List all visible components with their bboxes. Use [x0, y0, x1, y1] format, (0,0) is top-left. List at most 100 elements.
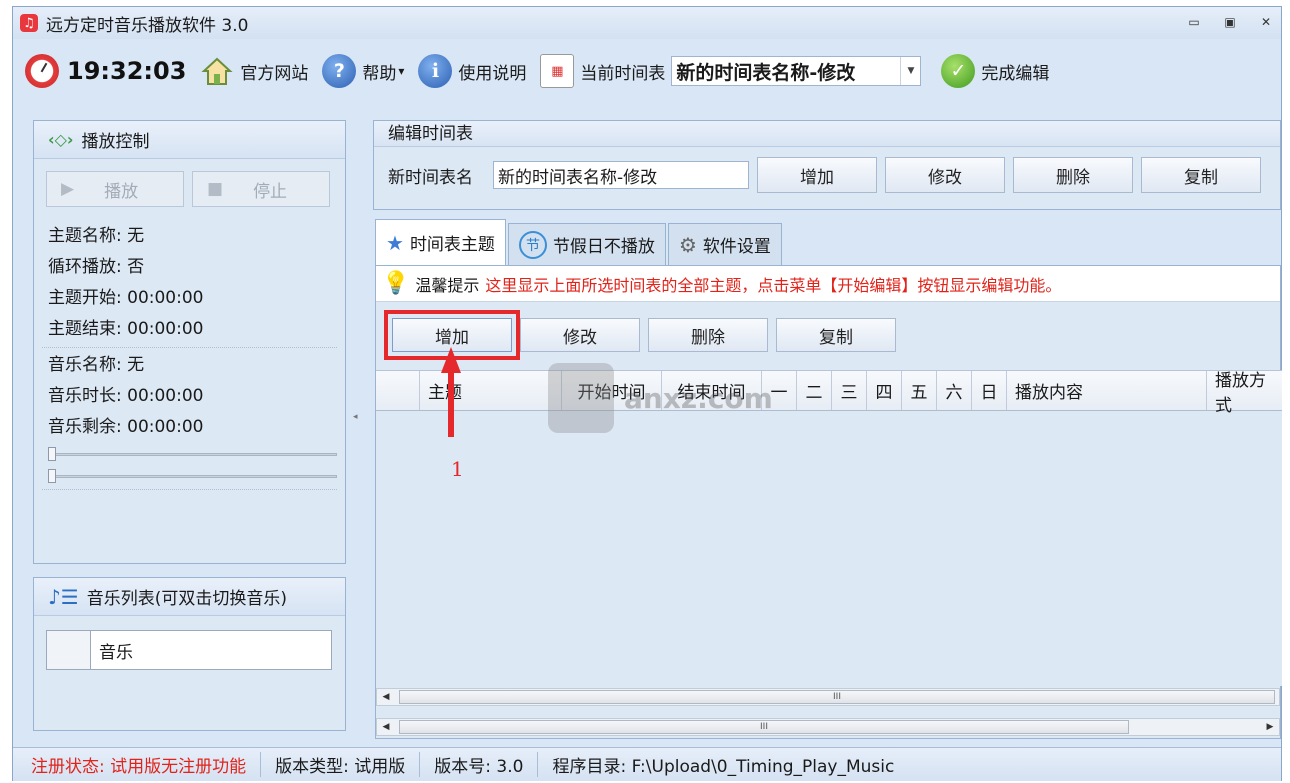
music-list-title: 音乐列表(可双击切换音乐) — [86, 589, 287, 609]
tab-schedule-themes[interactable]: ★ 时间表主题 — [375, 219, 506, 265]
column-play-content[interactable]: 播放内容 — [1007, 371, 1207, 410]
annotation-arrow — [441, 347, 461, 437]
schedule-delete-button[interactable]: 删除 — [1013, 157, 1133, 193]
home-icon — [200, 54, 234, 88]
website-button[interactable]: 官方网站 — [200, 51, 308, 91]
column-end-time[interactable]: 结束时间 — [662, 371, 762, 410]
annotation-number: 1 — [451, 457, 464, 481]
minimize-button[interactable]: ▭ — [1185, 13, 1203, 31]
scroll-left-icon[interactable]: ◀ — [377, 722, 395, 732]
title-bar: ♫ 远方定时音乐播放软件 3.0 ▭ ▣ ✕ — [13, 7, 1281, 39]
divider — [42, 489, 337, 490]
music-list-grid[interactable]: 音乐 — [46, 630, 332, 670]
manual-button[interactable]: i 使用说明 — [418, 51, 526, 91]
tip-label: 温馨提示 — [415, 275, 480, 295]
schedule-select[interactable]: 新的时间表名称-修改 ▼ — [671, 56, 922, 86]
gear-icon: ⚙ — [678, 232, 697, 257]
window-title: 远方定时音乐播放软件 3.0 — [46, 15, 249, 36]
play-control-panel: ‹◇› 播放控制 ▶ 播放 ■ 停止 主题名称: 无 循环播放: 否 主题开始:… — [33, 120, 346, 564]
finish-edit-button[interactable]: ✓ 完成编辑 — [941, 51, 1049, 91]
clock-icon — [25, 54, 59, 88]
theme-buttons: 增加 修改 删除 复制 — [376, 310, 1280, 360]
tip-message: 这里显示上面所选时间表的全部主题，点击菜单【开始编辑】按钮显示编辑功能。 — [485, 275, 1062, 295]
column-thu[interactable]: 四 — [867, 371, 902, 410]
play-label: 播放 — [104, 181, 139, 202]
music-list-header: ♪☰ 音乐列表(可双击切换音乐) — [34, 578, 345, 616]
tab-settings[interactable]: ⚙ 软件设置 — [667, 223, 782, 265]
schedule-select-value: 新的时间表名称-修改 — [676, 61, 856, 84]
column-mon[interactable]: 一 — [762, 371, 797, 410]
play-icon: ▶ — [61, 179, 75, 199]
theme-start: 主题开始: 00:00:00 — [48, 288, 204, 308]
status-registration: 注册状态: 试用版无注册功能 — [31, 752, 262, 777]
tab-holidays[interactable]: 节 节假日不播放 — [507, 223, 666, 265]
loop-status: 循环播放: 否 — [48, 257, 145, 277]
status-program-dir: 程序目录: F:\Upload\0_Timing_Play_Music — [552, 757, 895, 777]
info-icon: i — [418, 54, 453, 88]
music-duration: 音乐时长: 00:00:00 — [48, 386, 204, 406]
schedule-add-button[interactable]: 增加 — [757, 157, 877, 193]
progress-track — [54, 453, 337, 456]
scroll-left-icon[interactable]: ◀ — [377, 692, 395, 702]
app-music-icon: ♫ — [20, 14, 38, 32]
column-start-time[interactable]: 开始时间 — [562, 371, 662, 410]
tab-content: 💡 温馨提示 这里显示上面所选时间表的全部主题，点击菜单【开始编辑】按钮显示编辑… — [375, 265, 1282, 739]
schedule-modify-button[interactable]: 修改 — [885, 157, 1005, 193]
stop-icon: ■ — [207, 179, 224, 199]
volume-slider[interactable] — [48, 465, 337, 487]
current-schedule-label: 当前时间表 — [580, 63, 666, 84]
website-label: 官方网站 — [240, 63, 309, 84]
stop-button[interactable]: ■ 停止 — [192, 171, 330, 207]
festival-icon: 节 — [518, 230, 547, 259]
progress-thumb[interactable] — [48, 447, 56, 461]
music-list-panel: ♪☰ 音乐列表(可双击切换音乐) 音乐 — [33, 577, 346, 731]
grid-horizontal-scrollbar[interactable]: ◀ III — [376, 688, 1280, 706]
tab-strip: ★ 时间表主题 节 节假日不播放 ⚙ 软件设置 — [375, 219, 784, 265]
theme-name: 主题名称: 无 — [48, 226, 145, 246]
column-sun[interactable]: 日 — [972, 371, 1007, 410]
play-control-title: 播放控制 — [81, 132, 150, 152]
restore-button[interactable]: ▣ — [1221, 13, 1239, 31]
manual-label: 使用说明 — [458, 63, 527, 84]
toolbar: 19:32:03 官方网站 ? 帮助 ▾ i 使用说明 ▦ 当前时间表 新的时间… — [13, 47, 1281, 95]
scroll-thumb[interactable]: III — [399, 690, 1275, 704]
column-play-mode[interactable]: 播放方式 — [1207, 371, 1282, 416]
column-sat[interactable]: 六 — [937, 371, 972, 410]
theme-end: 主题结束: 00:00:00 — [48, 319, 204, 339]
help-label: 帮助 — [362, 63, 397, 84]
close-button[interactable]: ✕ — [1257, 13, 1275, 31]
music-column-header[interactable]: 音乐 — [91, 631, 331, 669]
current-time: 19:32:03 — [67, 57, 187, 85]
edit-schedule-title: 编辑时间表 — [374, 121, 1280, 147]
tab-label: 软件设置 — [702, 237, 771, 257]
tab-label: 时间表主题 — [409, 235, 495, 255]
theme-modify-button[interactable]: 修改 — [520, 318, 640, 352]
theme-copy-button[interactable]: 复制 — [776, 318, 896, 352]
column-fri[interactable]: 五 — [902, 371, 937, 410]
calendar-clock-icon: ▦ — [540, 54, 575, 88]
schedule-name-input[interactable]: 新的时间表名称-修改 — [493, 161, 749, 189]
column-wed[interactable]: 三 — [832, 371, 867, 410]
panel-splitter[interactable]: ◂ — [353, 412, 358, 422]
theme-grid[interactable]: 主题 开始时间 结束时间 一 二 三 四 五 六 日 播放内容 播放方式 — [376, 370, 1282, 686]
help-icon: ? — [322, 54, 357, 88]
help-menu-button[interactable]: ? 帮助 ▾ — [322, 51, 404, 91]
edit-schedule-group: 编辑时间表 新时间表名 新的时间表名称-修改 增加 修改 删除 复制 — [373, 120, 1281, 210]
scroll-right-icon[interactable]: ▶ — [1261, 722, 1279, 732]
content-horizontal-scrollbar[interactable]: ◀ III ▶ — [376, 718, 1280, 736]
row-header-cell — [47, 631, 91, 669]
column-tue[interactable]: 二 — [797, 371, 832, 410]
stop-label: 停止 — [253, 181, 288, 202]
schedule-copy-button[interactable]: 复制 — [1141, 157, 1261, 193]
volume-thumb[interactable] — [48, 469, 56, 483]
divider — [42, 347, 337, 348]
chevron-down-icon[interactable]: ▼ — [900, 57, 920, 85]
lightbulb-icon: 💡 — [382, 271, 410, 296]
scroll-thumb[interactable]: III — [399, 720, 1129, 734]
help-dropdown-icon: ▾ — [398, 64, 405, 78]
progress-slider[interactable] — [48, 443, 337, 465]
play-control-icon: ‹◇› — [48, 130, 74, 149]
play-button[interactable]: ▶ 播放 — [46, 171, 184, 207]
edit-schedule-row: 新时间表名 新的时间表名称-修改 增加 修改 删除 复制 — [374, 157, 1280, 193]
theme-delete-button[interactable]: 删除 — [648, 318, 768, 352]
